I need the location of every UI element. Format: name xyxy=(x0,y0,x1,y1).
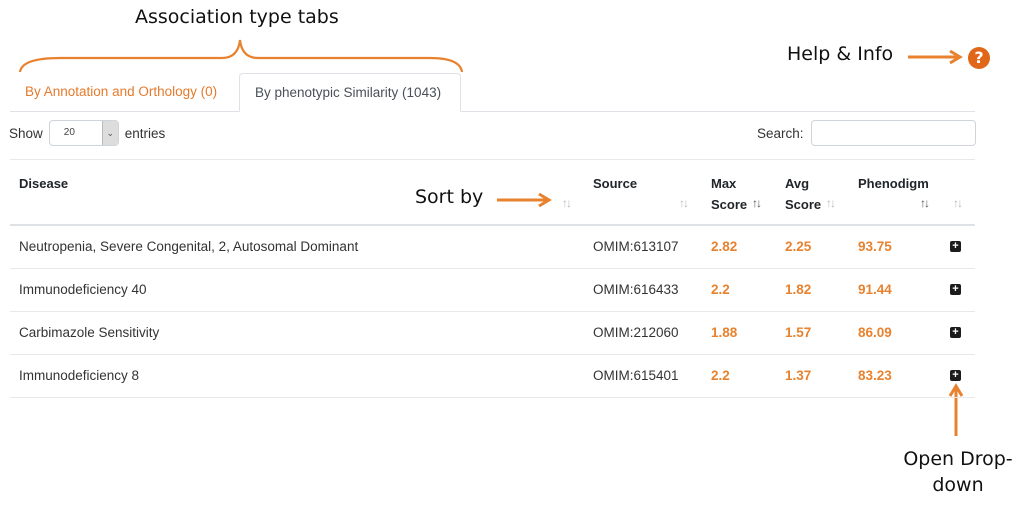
annotation-dropdown-label: Open Drop- down xyxy=(898,446,1018,498)
entries-select-value: 20 xyxy=(63,127,75,138)
annotation-dropdown-line1: Open Drop- xyxy=(903,448,1013,470)
help-arrow xyxy=(908,49,963,65)
disease-name: Immunodeficiency 40 xyxy=(19,282,147,297)
help-info-icon[interactable]: ? xyxy=(968,47,990,69)
avg-score: 1.37 xyxy=(785,368,812,383)
max-score: 2.2 xyxy=(711,282,730,297)
header-avg-score[interactable]: Avg Score xyxy=(785,173,821,215)
annotation-tabs-label: Association type tabs xyxy=(135,6,339,28)
sort-icon-disease[interactable]: ↑↓ xyxy=(562,196,572,210)
annotation-help-label: Help & Info xyxy=(787,43,894,65)
header-max-line2: Score xyxy=(711,197,748,212)
association-type-tabs: By Annotation and Orthology (0) By pheno… xyxy=(10,73,975,112)
avg-score: 1.82 xyxy=(785,282,812,297)
tabs-brace xyxy=(18,39,464,73)
entries-length-control: Show 20 ⌄ entries xyxy=(9,120,165,146)
phenodigm-score: 86.09 xyxy=(858,325,892,340)
disease-name: Neutropenia, Severe Congenital, 2, Autos… xyxy=(19,239,359,254)
sort-icon-avg-score[interactable]: ↑↓ xyxy=(826,196,836,210)
expand-plus-icon[interactable]: + xyxy=(950,241,961,252)
source-id[interactable]: OMIM:615401 xyxy=(593,368,679,383)
header-avg-line2: Score xyxy=(785,197,822,212)
header-max-line1: Max xyxy=(711,176,737,191)
chevron-down-icon[interactable]: ⌄ xyxy=(101,121,118,145)
max-score: 1.88 xyxy=(711,325,738,340)
sort-icon-max-score[interactable]: ↑↓ xyxy=(752,196,762,210)
show-label: Show xyxy=(9,125,43,141)
phenodigm-score: 91.44 xyxy=(858,282,892,297)
avg-score: 2.25 xyxy=(785,239,812,254)
tab-phenotypic-similarity[interactable]: By phenotypic Similarity (1043) xyxy=(239,73,461,112)
table-row: Immunodeficiency 40 OMIM:616433 2.2 1.82… xyxy=(10,269,975,312)
header-disease[interactable]: Disease xyxy=(19,173,68,194)
source-id[interactable]: OMIM:616433 xyxy=(593,282,679,297)
entries-select[interactable]: 20 ⌄ xyxy=(48,120,119,146)
header-avg-line1: Avg xyxy=(785,176,810,191)
table-header: Disease ↑↓ Source ↑↓ Max Score ↑↓ Avg Sc… xyxy=(10,160,975,226)
source-id[interactable]: OMIM:613107 xyxy=(593,239,679,254)
disease-name: Immunodeficiency 8 xyxy=(19,368,140,383)
disease-table: Disease ↑↓ Source ↑↓ Max Score ↑↓ Avg Sc… xyxy=(10,159,975,398)
annotation-dropdown-line2: down xyxy=(932,474,984,496)
entries-label: entries xyxy=(124,125,166,141)
header-max-score[interactable]: Max Score xyxy=(711,173,747,215)
avg-score: 1.57 xyxy=(785,325,812,340)
max-score: 2.2 xyxy=(711,368,730,383)
expand-plus-icon[interactable]: + xyxy=(950,284,961,295)
table-row: Neutropenia, Severe Congenital, 2, Autos… xyxy=(10,226,975,269)
header-source[interactable]: Source xyxy=(593,173,637,194)
expand-plus-icon[interactable]: + xyxy=(950,370,961,381)
max-score: 2.82 xyxy=(711,239,738,254)
sort-icon-source[interactable]: ↑↓ xyxy=(679,196,689,210)
phenodigm-score: 93.75 xyxy=(858,239,892,254)
source-id[interactable]: OMIM:212060 xyxy=(593,325,679,340)
search-control: Search: xyxy=(757,120,976,146)
disease-name: Carbimazole Sensitivity xyxy=(19,325,160,340)
sort-icon-expand[interactable]: ↑↓ xyxy=(953,196,963,210)
expand-plus-icon[interactable]: + xyxy=(950,327,961,338)
tab-annotation-orthology[interactable]: By Annotation and Orthology (0) xyxy=(10,73,232,111)
phenodigm-score: 83.23 xyxy=(858,368,892,383)
header-phenodigm[interactable]: Phenodigm xyxy=(858,173,929,194)
search-label: Search: xyxy=(757,125,804,141)
table-row: Carbimazole Sensitivity OMIM:212060 1.88… xyxy=(10,312,975,355)
sort-icon-phenodigm[interactable]: ↑↓ xyxy=(920,196,930,210)
search-input[interactable] xyxy=(810,120,976,146)
table-row: Immunodeficiency 8 OMIM:615401 2.2 1.37 … xyxy=(10,355,975,398)
